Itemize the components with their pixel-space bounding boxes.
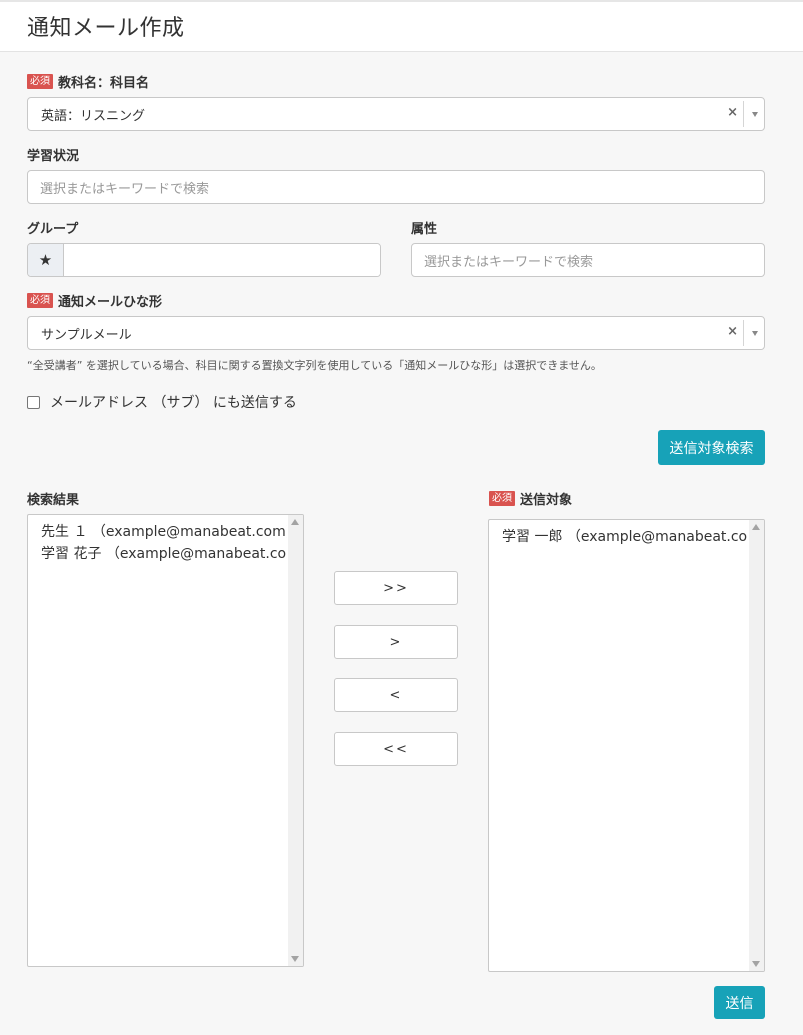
targets-items: 学習 一郎 （example@manabeat.com) [502, 526, 748, 548]
targets-label: 必須 送信対象 [489, 489, 572, 508]
study-status-label: 学習状況 [27, 149, 80, 164]
page-header: 通知メール作成 [0, 2, 803, 52]
select-separator [743, 320, 744, 346]
sub-address-checkbox[interactable] [27, 395, 40, 409]
add-all-button[interactable]: >> [334, 571, 458, 605]
list-item[interactable]: 学習 一郎 （example@manabeat.com) [502, 526, 748, 548]
sub-address-label[interactable]: メールアドレス （サブ） にも送信する [50, 392, 297, 412]
required-badge: 必須 [489, 491, 515, 506]
required-badge: 必須 [27, 74, 53, 89]
remove-all-button[interactable]: << [334, 732, 458, 766]
course-label-text: 教科名：科目名 [58, 76, 150, 91]
template-help-text: “全受講者” を選択している場合、科目に関する置換文字列を使用している「通知メー… [27, 359, 602, 372]
group-field[interactable]: ★ [27, 243, 381, 277]
results-items: 先生 １ （example@manabeat.com) 学習 花子 （exampl… [41, 521, 287, 565]
scroll-down-icon[interactable] [752, 961, 760, 967]
select-separator [743, 101, 744, 127]
chevron-down-icon[interactable] [752, 112, 758, 117]
add-button[interactable]: > [334, 625, 458, 659]
targets-listbox[interactable]: 学習 一郎 （example@manabeat.com) [488, 519, 765, 972]
star-icon[interactable]: ★ [28, 244, 64, 276]
course-label: 必須 教科名：科目名 [27, 72, 149, 91]
attribute-input[interactable]: 選択またはキーワードで検索 [411, 243, 765, 277]
results-scrollbar[interactable] [288, 515, 303, 966]
template-select-value: サンプルメール [41, 328, 132, 343]
search-targets-button[interactable]: 送信対象検索 [658, 430, 765, 465]
course-select[interactable]: 英語：リスニング × [27, 97, 765, 131]
list-item[interactable]: 学習 花子 （example@manabeat.com) [41, 543, 287, 565]
scroll-down-icon[interactable] [291, 956, 299, 962]
targets-label-text: 送信対象 [520, 493, 573, 508]
targets-scrollbar[interactable] [749, 520, 764, 971]
attribute-label: 属性 [411, 222, 438, 237]
page-title: 通知メール作成 [27, 16, 185, 41]
send-button[interactable]: 送信 [714, 986, 765, 1019]
course-clear-icon[interactable]: × [727, 105, 738, 120]
course-select-value: 英語：リスニング [41, 109, 146, 124]
scroll-up-icon[interactable] [752, 524, 760, 530]
template-label-text: 通知メールひな形 [58, 295, 163, 310]
chevron-down-icon[interactable] [752, 331, 758, 336]
list-item[interactable]: 先生 １ （example@manabeat.com) [41, 521, 287, 543]
study-status-input[interactable]: 選択またはキーワードで検索 [27, 170, 765, 204]
group-input[interactable] [65, 244, 380, 276]
group-label: グループ [27, 222, 79, 237]
remove-button[interactable]: < [334, 678, 458, 712]
scroll-up-icon[interactable] [291, 519, 299, 525]
sub-address-row[interactable]: メールアドレス （サブ） にも送信する [27, 392, 297, 412]
results-listbox[interactable]: 先生 １ （example@manabeat.com) 学習 花子 （exampl… [27, 514, 304, 967]
template-clear-icon[interactable]: × [727, 324, 738, 339]
template-select[interactable]: サンプルメール × [27, 316, 765, 350]
template-label: 必須 通知メールひな形 [27, 291, 162, 310]
required-badge: 必須 [27, 293, 53, 308]
results-label: 検索結果 [27, 493, 80, 508]
